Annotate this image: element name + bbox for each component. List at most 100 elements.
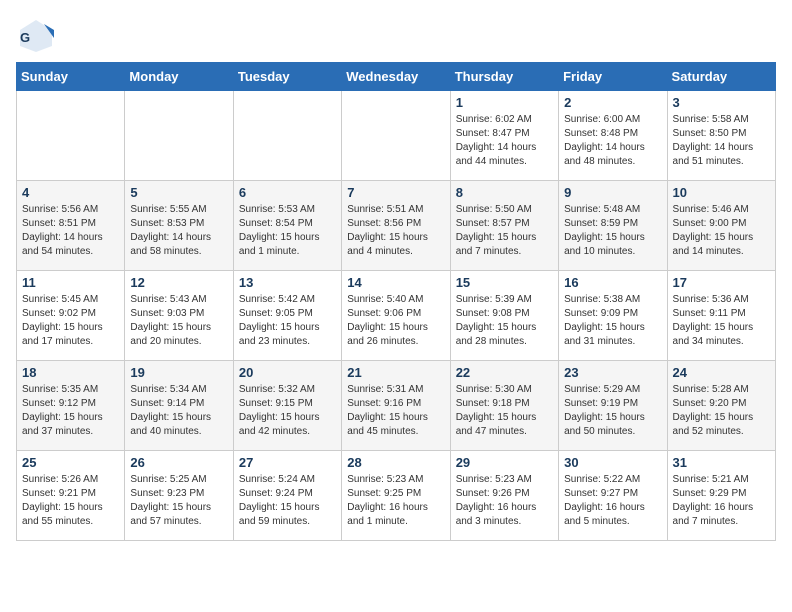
day-number: 22 [456,365,553,380]
day-number: 15 [456,275,553,290]
day-info: Sunrise: 5:29 AMSunset: 9:19 PMDaylight:… [564,383,661,439]
day-number: 30 [564,455,661,470]
day-info: Sunrise: 5:36 AMSunset: 9:11 PMDaylight:… [673,293,770,349]
day-number: 12 [130,275,227,290]
day-info: Sunrise: 5:21 AMSunset: 9:29 PMDaylight:… [673,473,770,529]
day-info: Sunrise: 5:42 AMSunset: 9:05 PMDaylight:… [239,293,336,349]
day-info: Sunrise: 5:32 AMSunset: 9:15 PMDaylight:… [239,383,336,439]
day-number: 9 [564,185,661,200]
day-info: Sunrise: 5:39 AMSunset: 9:08 PMDaylight:… [456,293,553,349]
day-number: 16 [564,275,661,290]
calendar-cell: 10 Sunrise: 5:46 AMSunset: 9:00 PMDayligh… [667,181,775,271]
day-number: 4 [22,185,119,200]
day-info: Sunrise: 5:25 AMSunset: 9:23 PMDaylight:… [130,473,227,529]
day-number: 3 [673,95,770,110]
calendar-cell: 28 Sunrise: 5:23 AMSunset: 9:25 PMDayligh… [342,451,450,541]
day-number: 2 [564,95,661,110]
day-number: 21 [347,365,444,380]
day-info: Sunrise: 5:40 AMSunset: 9:06 PMDaylight:… [347,293,444,349]
day-number: 27 [239,455,336,470]
day-number: 11 [22,275,119,290]
day-number: 13 [239,275,336,290]
calendar-cell: 31 Sunrise: 5:21 AMSunset: 9:29 PMDayligh… [667,451,775,541]
calendar-cell: 15 Sunrise: 5:39 AMSunset: 9:08 PMDayligh… [450,271,558,361]
weekday-friday: Friday [559,63,667,91]
weekday-monday: Monday [125,63,233,91]
day-number: 19 [130,365,227,380]
calendar-cell: 9 Sunrise: 5:48 AMSunset: 8:59 PMDaylight… [559,181,667,271]
day-info: Sunrise: 5:24 AMSunset: 9:24 PMDaylight:… [239,473,336,529]
weekday-tuesday: Tuesday [233,63,341,91]
weekday-sunday: Sunday [17,63,125,91]
day-number: 14 [347,275,444,290]
day-info: Sunrise: 5:35 AMSunset: 9:12 PMDaylight:… [22,383,119,439]
calendar-cell: 14 Sunrise: 5:40 AMSunset: 9:06 PMDayligh… [342,271,450,361]
calendar-cell: 6Sunrise: 5:53 AMSunset: 8:54 PMDaylight… [233,181,341,271]
day-number: 10 [673,185,770,200]
day-number: 28 [347,455,444,470]
calendar-cell: 30 Sunrise: 5:22 AMSunset: 9:27 PMDayligh… [559,451,667,541]
day-info: Sunrise: 5:51 AMSunset: 8:56 PMDaylight:… [347,203,444,259]
calendar-cell: 16Sunrise: 5:38 AMSunset: 9:09 PMDayligh… [559,271,667,361]
day-number: 31 [673,455,770,470]
day-info: Sunrise: 5:34 AMSunset: 9:14 PMDaylight:… [130,383,227,439]
day-info: Sunrise: 5:26 AMSunset: 9:21 PMDaylight:… [22,473,119,529]
week-row-5: 25 Sunrise: 5:26 AMSunset: 9:21 PMDayligh… [17,451,776,541]
week-row-1: 1 Sunrise: 6:02 AMSunset: 8:47 PMDaylight… [17,91,776,181]
day-info: Sunrise: 5:55 AMSunset: 8:53 PMDaylight:… [130,203,227,259]
calendar-cell: 22 Sunrise: 5:30 AMSunset: 9:18 PMDayligh… [450,361,558,451]
calendar-cell: 21 Sunrise: 5:31 AMSunset: 9:16 PMDayligh… [342,361,450,451]
day-number: 1 [456,95,553,110]
calendar-cell: 12 Sunrise: 5:43 AMSunset: 9:03 PMDayligh… [125,271,233,361]
calendar-table: SundayMondayTuesdayWednesdayThursdayFrid… [16,62,776,541]
week-row-2: 4Sunrise: 5:56 AMSunset: 8:51 PMDaylight… [17,181,776,271]
calendar-cell [233,91,341,181]
day-info: Sunrise: 5:23 AMSunset: 9:26 PMDaylight:… [456,473,553,529]
calendar-cell: 17 Sunrise: 5:36 AMSunset: 9:11 PMDayligh… [667,271,775,361]
day-number: 24 [673,365,770,380]
calendar-body: 1 Sunrise: 6:02 AMSunset: 8:47 PMDaylight… [17,91,776,541]
calendar-cell: 2 Sunrise: 6:00 AMSunset: 8:48 PMDaylight… [559,91,667,181]
calendar-cell: 4Sunrise: 5:56 AMSunset: 8:51 PMDaylight… [17,181,125,271]
day-info: Sunrise: 5:48 AMSunset: 8:59 PMDaylight:… [564,203,661,259]
week-row-4: 18 Sunrise: 5:35 AMSunset: 9:12 PMDayligh… [17,361,776,451]
day-info: Sunrise: 5:53 AMSunset: 8:54 PMDaylight:… [239,203,336,259]
day-number: 8 [456,185,553,200]
logo: G [16,16,56,52]
day-info: Sunrise: 5:23 AMSunset: 9:25 PMDaylight:… [347,473,444,529]
day-info: Sunrise: 5:31 AMSunset: 9:16 PMDaylight:… [347,383,444,439]
day-info: Sunrise: 5:28 AMSunset: 9:20 PMDaylight:… [673,383,770,439]
day-number: 20 [239,365,336,380]
weekday-thursday: Thursday [450,63,558,91]
day-number: 18 [22,365,119,380]
calendar-cell: 7Sunrise: 5:51 AMSunset: 8:56 PMDaylight… [342,181,450,271]
day-info: Sunrise: 6:00 AMSunset: 8:48 PMDaylight:… [564,113,661,169]
day-info: Sunrise: 5:45 AMSunset: 9:02 PMDaylight:… [22,293,119,349]
calendar-cell: 11 Sunrise: 5:45 AMSunset: 9:02 PMDayligh… [17,271,125,361]
calendar-cell [125,91,233,181]
day-info: Sunrise: 5:22 AMSunset: 9:27 PMDaylight:… [564,473,661,529]
svg-text:G: G [20,30,30,45]
calendar-cell: 23Sunrise: 5:29 AMSunset: 9:19 PMDayligh… [559,361,667,451]
calendar-cell: 13 Sunrise: 5:42 AMSunset: 9:05 PMDayligh… [233,271,341,361]
day-info: Sunrise: 5:43 AMSunset: 9:03 PMDaylight:… [130,293,227,349]
calendar-cell: 29 Sunrise: 5:23 AMSunset: 9:26 PMDayligh… [450,451,558,541]
day-info: Sunrise: 5:30 AMSunset: 9:18 PMDaylight:… [456,383,553,439]
day-number: 25 [22,455,119,470]
calendar-cell [17,91,125,181]
calendar-cell: 25 Sunrise: 5:26 AMSunset: 9:21 PMDayligh… [17,451,125,541]
day-number: 29 [456,455,553,470]
weekday-header-row: SundayMondayTuesdayWednesdayThursdayFrid… [17,63,776,91]
calendar-cell: 20 Sunrise: 5:32 AMSunset: 9:15 PMDayligh… [233,361,341,451]
logo-icon: G [16,16,52,52]
day-number: 26 [130,455,227,470]
day-info: Sunrise: 5:58 AMSunset: 8:50 PMDaylight:… [673,113,770,169]
day-number: 17 [673,275,770,290]
weekday-saturday: Saturday [667,63,775,91]
calendar-cell: 5Sunrise: 5:55 AMSunset: 8:53 PMDaylight… [125,181,233,271]
day-info: Sunrise: 5:46 AMSunset: 9:00 PMDaylight:… [673,203,770,259]
calendar-cell: 24 Sunrise: 5:28 AMSunset: 9:20 PMDayligh… [667,361,775,451]
day-info: Sunrise: 6:02 AMSunset: 8:47 PMDaylight:… [456,113,553,169]
calendar-cell: 3 Sunrise: 5:58 AMSunset: 8:50 PMDaylight… [667,91,775,181]
calendar-cell: 1 Sunrise: 6:02 AMSunset: 8:47 PMDaylight… [450,91,558,181]
